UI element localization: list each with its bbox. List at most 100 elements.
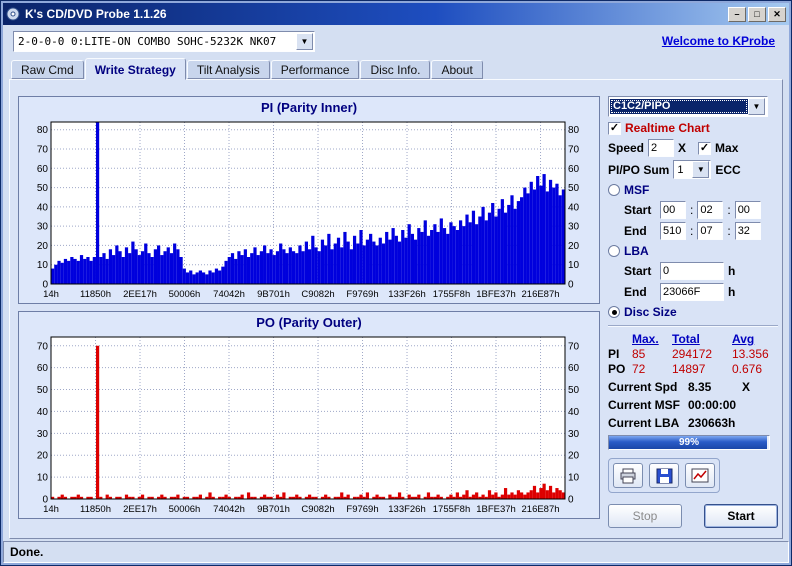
stats-header-total: Total (672, 332, 700, 346)
tab-raw-cmd[interactable]: Raw Cmd (11, 60, 84, 79)
pi-chart: PI (Parity Inner) 0 0 10 10 20 20 30 30 40 40 50 50… (18, 96, 600, 304)
welcome-link[interactable]: Welcome to KProbe (662, 34, 775, 48)
pipo-sum-dropdown-icon[interactable]: ▼ (692, 161, 710, 178)
svg-text:30: 30 (37, 429, 49, 440)
colon: : (690, 224, 694, 238)
tab-write-strategy[interactable]: Write Strategy (84, 58, 186, 80)
disc-size-radio[interactable] (608, 306, 620, 318)
svg-text:1BFE37h: 1BFE37h (476, 289, 516, 300)
lba-end-unit: h (728, 285, 736, 299)
msf-radio-row: MSF (608, 182, 778, 198)
svg-text:30: 30 (568, 429, 580, 440)
minimize-button[interactable]: – (728, 6, 746, 22)
mode-select[interactable]: C1C2/PIPO ▼ (608, 96, 768, 117)
max-checkbox[interactable] (698, 141, 712, 155)
svg-text:F9769h: F9769h (346, 504, 378, 515)
lba-start-input[interactable] (660, 262, 724, 280)
drive-combo-dropdown-icon[interactable]: ▼ (296, 32, 313, 50)
svg-text:30: 30 (37, 222, 49, 233)
svg-text:2EE17h: 2EE17h (123, 504, 157, 515)
stats-row-pi: PI 85 294172 13.356 (608, 347, 769, 361)
svg-text:60: 60 (37, 363, 49, 374)
mode-select-dropdown-icon[interactable]: ▼ (748, 98, 765, 115)
svg-text:11850h: 11850h (80, 289, 111, 300)
lba-start-row: Start h (624, 262, 778, 280)
progress-text: 99% (678, 437, 699, 448)
msf-end-frame[interactable] (734, 222, 761, 240)
msf-label: MSF (624, 183, 650, 197)
msf-radio[interactable] (608, 184, 620, 196)
save-image-button[interactable] (685, 463, 715, 488)
svg-text:133F26h: 133F26h (388, 289, 426, 300)
svg-text:40: 40 (568, 202, 580, 213)
tab-performance[interactable]: Performance (270, 60, 360, 79)
current-lba-row: Current LBA 230663h (608, 415, 736, 430)
svg-text:1755F8h: 1755F8h (433, 504, 471, 515)
lba-radio[interactable] (608, 245, 620, 257)
tab-disc-info[interactable]: Disc Info. (360, 60, 431, 79)
svg-text:11850h: 11850h (80, 504, 111, 515)
msf-start-min[interactable] (660, 201, 686, 219)
svg-text:50: 50 (568, 183, 580, 194)
pipo-sum-label: PI/PO Sum (608, 162, 670, 177)
msf-end-sec[interactable] (697, 222, 724, 240)
start-button[interactable]: Start (704, 504, 778, 528)
action-row: Stop Start (608, 504, 778, 528)
realtime-label: Realtime Chart (625, 121, 710, 135)
svg-text:50006h: 50006h (169, 504, 201, 515)
colon: : (727, 224, 731, 238)
msf-start-sec[interactable] (697, 201, 724, 219)
save-button[interactable] (649, 463, 679, 488)
divider (608, 325, 778, 327)
msf-start-label: Start (624, 203, 652, 217)
ecc-label: ECC (715, 162, 741, 177)
maximize-button[interactable]: □ (748, 6, 766, 22)
svg-text:70: 70 (37, 145, 49, 156)
svg-text:9B701h: 9B701h (257, 504, 290, 515)
titlebar: K's CD/DVD Probe 1.1.26 – □ ✕ (3, 3, 789, 25)
svg-text:C9082h: C9082h (301, 289, 334, 300)
svg-text:14h: 14h (43, 289, 59, 300)
lba-start-label: Start (624, 264, 652, 278)
svg-text:80: 80 (37, 125, 49, 136)
pipo-sum-value: 1 (677, 163, 684, 176)
app-window: K's CD/DVD Probe 1.1.26 – □ ✕ 2-0-0-0 0:… (0, 0, 792, 566)
close-button[interactable]: ✕ (768, 6, 786, 22)
speed-row: Speed X Max (608, 139, 778, 157)
svg-text:10: 10 (37, 473, 49, 484)
realtime-checkbox[interactable] (608, 121, 621, 135)
current-speed-row: Current Spd 8.35 X (608, 379, 751, 394)
svg-text:74042h: 74042h (213, 289, 245, 300)
svg-text:50: 50 (37, 183, 49, 194)
speed-input[interactable] (648, 139, 675, 157)
tab-tilt-analysis[interactable]: Tilt Analysis (186, 60, 270, 79)
stats-header-avg: Avg (732, 332, 755, 346)
main-panel: PI (Parity Inner) 0 0 10 10 20 20 30 30 40 40 50 50… (9, 79, 783, 539)
svg-text:20: 20 (568, 451, 580, 462)
msf-start-row: Start : : (624, 201, 778, 219)
tab-about[interactable]: About (431, 60, 483, 79)
speed-unit-label: X (678, 141, 687, 155)
svg-text:80: 80 (568, 125, 580, 136)
svg-text:133F26h: 133F26h (388, 504, 426, 515)
msf-end-min[interactable] (660, 222, 686, 240)
lba-end-input[interactable] (660, 283, 724, 301)
disc-size-radio-row: Disc Size (608, 304, 778, 320)
realtime-row: Realtime Chart (608, 120, 778, 136)
window-title: K's CD/DVD Probe 1.1.26 (25, 7, 167, 21)
svg-text:60: 60 (568, 363, 580, 374)
status-text: Done. (10, 545, 44, 559)
stop-button[interactable]: Stop (608, 504, 682, 528)
pipo-sum-row: PI/PO Sum 1 ▼ ECC (608, 160, 778, 179)
po-chart-title: PO (Parity Outer) (256, 315, 362, 330)
drive-select[interactable]: 2-0-0-0 0:LITE-ON COMBO SOHC-5232K NK07 … (13, 30, 315, 52)
svg-text:40: 40 (37, 407, 49, 418)
pipo-sum-select[interactable]: 1 ▼ (673, 160, 712, 179)
lba-label: LBA (624, 244, 649, 258)
print-button[interactable] (613, 463, 643, 488)
toolbar: 2-0-0-0 0:LITE-ON COMBO SOHC-5232K NK07 … (3, 25, 789, 57)
msf-start-frame[interactable] (734, 201, 761, 219)
svg-text:60: 60 (568, 164, 580, 175)
colon: : (690, 203, 694, 217)
svg-text:20: 20 (37, 451, 49, 462)
